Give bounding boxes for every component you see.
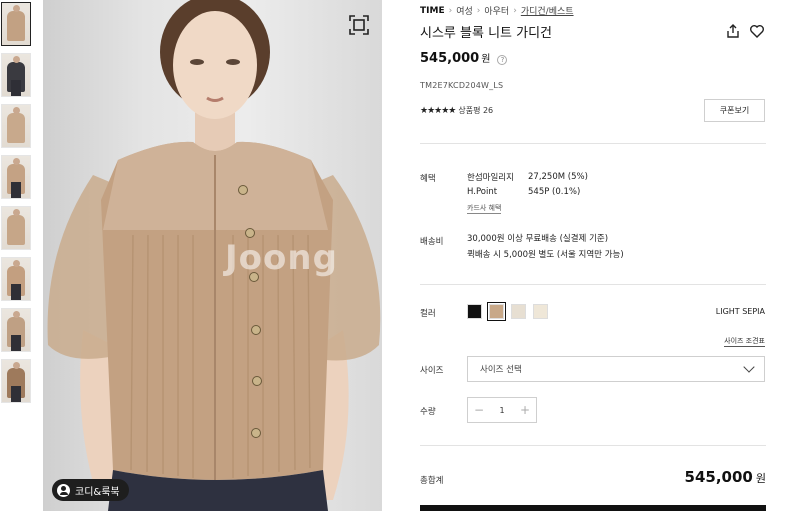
share-icon[interactable] bbox=[725, 23, 741, 39]
chevron-right-icon: › bbox=[448, 5, 453, 16]
benefit-row: H.Point 545P (0.1%) bbox=[467, 184, 588, 199]
quantity-label: 수량 bbox=[420, 407, 436, 417]
watermark-text: Joong bbox=[225, 238, 338, 278]
chevron-right-icon: › bbox=[476, 5, 481, 16]
chevron-down-icon bbox=[743, 361, 755, 373]
expand-icon[interactable] bbox=[347, 13, 371, 37]
size-select[interactable]: 사이즈 선택 bbox=[467, 356, 765, 382]
benefit-list: 한섬마일리지 27,250M (5%) H.Point 545P (0.1%) bbox=[467, 169, 588, 199]
total-amount: 545,000 원 bbox=[685, 468, 766, 486]
review-count: 상품평 26 bbox=[458, 106, 494, 115]
benefit-label: 혜택 bbox=[420, 174, 436, 184]
benefit-value: 27,250M (5%) bbox=[528, 171, 588, 182]
benefit-value: 545P (0.1%) bbox=[528, 186, 581, 197]
breadcrumb: TIME › 여성 › 아우터 › 가디건/베스트 bbox=[420, 4, 574, 18]
shipping-line: 30,000원 이상 무료배송 (실결제 기준) bbox=[467, 234, 609, 244]
benefit-key: 한섬마일리지 bbox=[467, 172, 514, 183]
shipping-label: 배송비 bbox=[420, 237, 444, 247]
shipping-line: 퀵배송 시 5,000원 별도 (서울 지역만 가능) bbox=[467, 250, 624, 260]
coordi-lookbook-label: 코디&룩북 bbox=[75, 486, 120, 498]
rating-summary[interactable]: ★★★★★ 상품평 26 bbox=[420, 105, 493, 116]
color-label: 컬러 bbox=[420, 309, 436, 319]
coupon-button[interactable]: 쿠폰보기 bbox=[704, 99, 765, 122]
person-icon bbox=[57, 483, 70, 497]
help-icon[interactable]: ? bbox=[497, 55, 508, 65]
thumbnail-item[interactable] bbox=[1, 2, 31, 46]
thumbnail-item[interactable] bbox=[1, 359, 31, 403]
thumbnail-item[interactable] bbox=[1, 104, 31, 148]
heart-icon[interactable] bbox=[749, 23, 765, 39]
divider bbox=[420, 445, 766, 446]
selected-color-name: LIGHT SEPIA bbox=[715, 307, 765, 316]
coordi-lookbook-button[interactable]: 코디&룩북 bbox=[52, 479, 129, 501]
thumbnail-item[interactable] bbox=[1, 155, 31, 199]
size-select-value: 사이즈 선택 bbox=[480, 365, 522, 375]
quantity-plus-button[interactable]: + bbox=[514, 398, 536, 422]
benefit-key: H.Point bbox=[467, 186, 498, 197]
thumbnail-item[interactable] bbox=[1, 308, 31, 352]
divider bbox=[420, 284, 766, 285]
color-swatch[interactable] bbox=[511, 304, 526, 319]
breadcrumb-cardigan[interactable]: 가디건/베스트 bbox=[521, 4, 574, 17]
total-unit: 원 bbox=[755, 472, 766, 485]
thumbnail-item[interactable] bbox=[1, 257, 31, 301]
product-title: 시스루 블록 니트 가디건 bbox=[420, 26, 552, 41]
buy-button[interactable] bbox=[420, 505, 766, 511]
size-label: 사이즈 bbox=[420, 366, 444, 376]
total-price: 545,000 bbox=[684, 468, 753, 486]
thumbnail-item[interactable] bbox=[1, 206, 31, 250]
quantity-value[interactable]: 1 bbox=[490, 406, 514, 415]
chevron-right-icon: › bbox=[513, 5, 517, 16]
thumbnail-item[interactable] bbox=[1, 53, 31, 97]
star-rating-icon: ★★★★★ bbox=[420, 105, 456, 116]
breadcrumb-women[interactable]: 여성 bbox=[456, 4, 473, 17]
product-main-image: Joong 코디&룩북 bbox=[43, 0, 382, 511]
card-benefit-link[interactable]: 카드사 혜택 bbox=[467, 203, 502, 214]
product-info-panel: TIME › 여성 › 아우터 › 가디건/베스트 시스루 블록 니트 가디건 … bbox=[420, 0, 766, 511]
quantity-minus-button[interactable]: − bbox=[468, 398, 490, 422]
divider bbox=[420, 143, 766, 144]
benefit-row: 한섬마일리지 27,250M (5%) bbox=[467, 169, 588, 184]
color-swatches bbox=[467, 302, 548, 321]
total-label: 총합계 bbox=[420, 476, 444, 486]
product-price: 545,000 bbox=[420, 51, 480, 66]
breadcrumb-outer[interactable]: 아우터 bbox=[484, 4, 509, 17]
product-code: TM2E7KCD204W_LS bbox=[420, 81, 504, 90]
quantity-stepper: − 1 + bbox=[467, 397, 537, 423]
price-unit: 원 bbox=[481, 54, 491, 65]
price-row: 545,000 원 ? bbox=[420, 50, 508, 66]
color-swatch[interactable] bbox=[467, 304, 482, 319]
breadcrumb-brand[interactable]: TIME bbox=[420, 6, 445, 16]
shipping-info: 30,000원 이상 무료배송 (실결제 기준) 퀵배송 시 5,000원 별도… bbox=[467, 232, 624, 264]
size-guide-link[interactable]: 사이즈 조견표 bbox=[724, 336, 765, 347]
color-swatch[interactable] bbox=[487, 302, 506, 321]
color-swatch[interactable] bbox=[533, 304, 548, 319]
